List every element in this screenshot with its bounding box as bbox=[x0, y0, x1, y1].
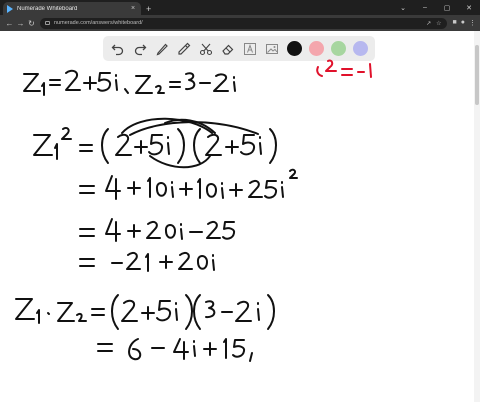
extensions-icon[interactable]: ■ bbox=[453, 19, 457, 27]
vertical-scrollbar[interactable] bbox=[474, 31, 480, 402]
profile-icon[interactable]: ● bbox=[461, 19, 465, 27]
minimize-button[interactable]: – bbox=[414, 4, 436, 11]
ink-line-6 bbox=[15, 294, 275, 330]
bookmark-star-icon[interactable]: ☆ bbox=[436, 20, 441, 27]
close-window-button[interactable]: ✕ bbox=[458, 4, 480, 12]
reload-icon[interactable]: ↻ bbox=[26, 19, 37, 28]
tab-search-icon[interactable]: ⌄ bbox=[392, 4, 414, 12]
back-arrow-icon[interactable]: ← bbox=[4, 19, 15, 28]
address-bar[interactable]: numerade.com/answers/whiteboard/ ↗ ☆ bbox=[40, 17, 447, 29]
tab-title: Numerade Whiteboard bbox=[17, 5, 78, 12]
tab-strip: Numerade Whiteboard × + ⌄ – ▢ ✕ bbox=[0, 0, 480, 15]
browser-tab[interactable]: Numerade Whiteboard × bbox=[3, 2, 141, 15]
ink-line-4 bbox=[79, 218, 236, 242]
url-text: numerade.com/answers/whiteboard/ bbox=[54, 20, 143, 26]
ink-line-3 bbox=[79, 168, 298, 200]
lock-icon[interactable] bbox=[45, 21, 50, 25]
ink-line-2 bbox=[33, 117, 277, 169]
scrollbar-thumb[interactable] bbox=[475, 45, 479, 105]
tab-close-icon[interactable]: × bbox=[129, 5, 137, 12]
red-ink-note bbox=[316, 59, 372, 78]
handwritten-ink-layer bbox=[15, 59, 372, 362]
whiteboard-canvas[interactable] bbox=[0, 31, 480, 402]
share-icon[interactable]: ↗ bbox=[426, 20, 431, 27]
menu-kebab-icon[interactable]: ⋮ bbox=[469, 19, 476, 27]
numerade-logo-icon bbox=[7, 4, 13, 13]
ink-line-7 bbox=[97, 338, 253, 362]
window-controls: ⌄ – ▢ ✕ bbox=[392, 0, 480, 15]
ink-line-5 bbox=[79, 251, 215, 272]
maximize-button[interactable]: ▢ bbox=[436, 4, 458, 12]
forward-arrow-icon[interactable]: → bbox=[15, 19, 26, 28]
new-tab-button[interactable]: + bbox=[146, 4, 151, 14]
ink-line-1 bbox=[23, 69, 236, 96]
address-bar-row: ← → ↻ numerade.com/answers/whiteboard/ ↗… bbox=[0, 15, 480, 31]
